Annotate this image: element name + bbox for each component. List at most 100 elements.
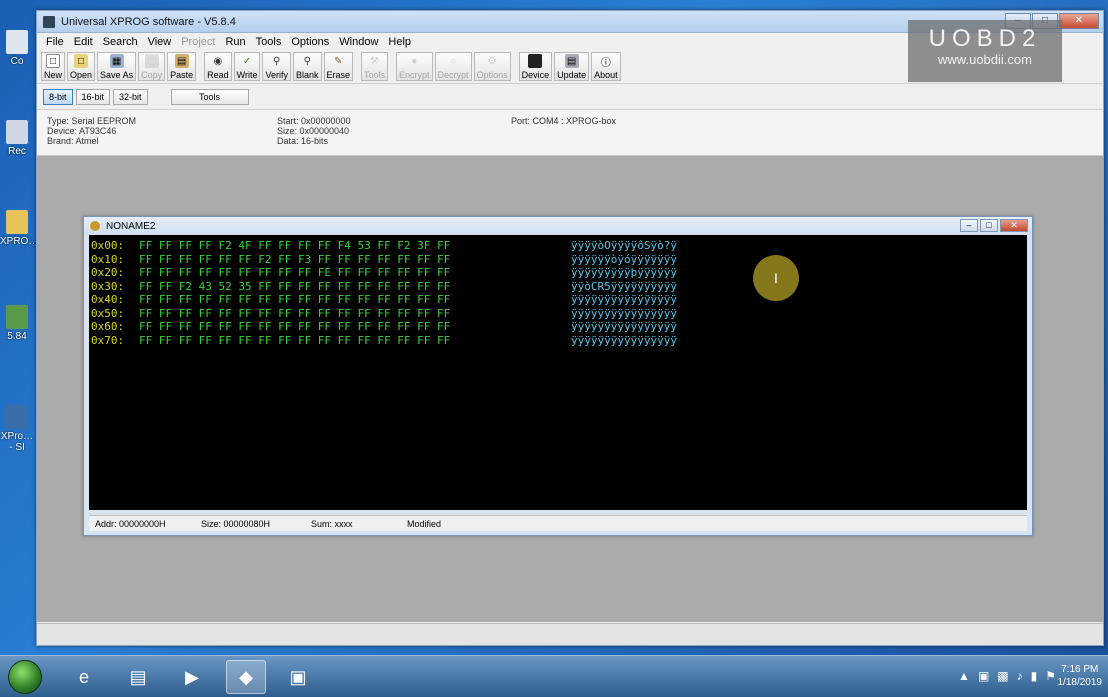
blank-icon: ⚲ [303, 55, 311, 67]
hex-view[interactable]: 0x00: FF FF FF FF F2 4F FF FF FF FF F4 5… [89, 235, 1027, 510]
about-button[interactable]: ⓘ About [591, 52, 621, 81]
save-as-button[interactable]: ▦ Save As [97, 52, 137, 81]
clock-time: 7:16 PM [1061, 664, 1099, 675]
desktop-icon-label: 5.84 [7, 331, 27, 342]
menu-window[interactable]: Window [334, 36, 383, 48]
hex-bytes[interactable]: FF FF FF FF FF FF FF FF FF FF FF FF FF F… [139, 320, 523, 334]
options-icon: ⚙ [487, 55, 497, 67]
hex-ascii[interactable]: ÿÿÿÿÿÿÿÿÿÿÿÿÿÿÿÿ [571, 334, 677, 348]
start-button[interactable] [8, 660, 42, 694]
hex-bytes[interactable]: FF FF FF FF FF FF FF FF FF FF FF FF FF F… [139, 293, 523, 307]
child-close-button[interactable]: ✕ [1000, 219, 1028, 232]
decrypt-button[interactable]: ○ Decrypt [434, 52, 472, 81]
new-button-label: New [44, 70, 63, 80]
open-button[interactable]: □ Open [67, 52, 96, 81]
device-tray-icon[interactable]: ▩ [997, 669, 1008, 683]
child-minimize-button[interactable]: – [960, 219, 978, 232]
hex-bytes[interactable]: FF FF FF FF F2 4F FF FF FF FF F4 53 FF F… [139, 239, 523, 253]
hex-ascii[interactable]: ÿÿÿÿÿÿÿÿÿþÿÿÿÿÿÿ [571, 266, 677, 280]
update-button[interactable]: ▤ Update [554, 52, 590, 81]
window-app-icon[interactable]: ▣ [278, 660, 318, 694]
desktop-icon-xprog-shortcut[interactable]: XPro… - SI [0, 405, 34, 453]
hex-editor-window: NONAME2 – □ ✕ 0x00: FF FF FF FF F2 4F FF… [83, 216, 1033, 536]
hex-ascii[interactable]: ÿÿÿÿÿÿÿÿÿÿÿÿÿÿÿÿ [571, 320, 677, 334]
device-button[interactable]: Device [518, 52, 553, 81]
xprog-chip-icon[interactable]: ◆ [226, 660, 266, 694]
read-button[interactable]: ◉ Read [204, 52, 232, 81]
encrypt-button-label: Encrypt [399, 70, 430, 80]
child-window-controls: – □ ✕ [960, 219, 1028, 232]
bit-16-button[interactable]: 16-bit [75, 88, 111, 105]
watermark-brand: UOBD2 [928, 25, 1042, 52]
encrypt-button[interactable]: ● Encrypt [396, 52, 433, 81]
erase-button[interactable]: ✎ Erase [323, 52, 354, 81]
hex-row: 0x00: FF FF FF FF F2 4F FF FF FF FF F4 5… [91, 239, 1025, 253]
internet-explorer-icon[interactable]: e [64, 660, 104, 694]
menu-view[interactable]: View [143, 36, 177, 48]
verify-button[interactable]: ⚲ Verify [262, 52, 291, 81]
hex-bytes[interactable]: FF FF FF FF FF FF FF FF FF FF FF FF FF F… [139, 307, 523, 321]
hex-address: 0x00: [91, 239, 125, 252]
write-button[interactable]: ✓ Write [233, 52, 261, 81]
write-icon: ✓ [242, 55, 252, 67]
tools-button[interactable]: ⚒ Tools [361, 52, 389, 81]
action-center-icon[interactable]: ⚑ [1045, 669, 1056, 683]
device-info-col-1: Type: Serial EEPROM Device: AT93C46 Bran… [47, 116, 136, 146]
menu-help[interactable]: Help [383, 36, 416, 48]
volume-icon[interactable]: ♪ [1017, 669, 1023, 683]
copy-icon: ▢ [144, 54, 159, 68]
signal-icon[interactable]: ▮ [1031, 669, 1038, 683]
child-maximize-button[interactable]: □ [980, 219, 998, 232]
bit-8-button[interactable]: 8-bit [43, 88, 73, 105]
erase-icon: ✎ [334, 55, 343, 67]
taskbar-clock[interactable]: 7:16 PM 1/18/2019 [1058, 663, 1103, 689]
menu-run[interactable]: Run [220, 36, 250, 48]
hex-bytes[interactable]: FF FF FF FF FF FF FF FF FF FE FF FF FF F… [139, 266, 523, 280]
copy-button[interactable]: ▢ Copy [138, 52, 166, 81]
hex-ascii[interactable]: ÿÿÿÿòOÿÿÿÿôSÿò?ÿ [571, 239, 677, 253]
hex-bytes[interactable]: FF FF FF FF FF FF FF FF FF FF FF FF FF F… [139, 334, 523, 348]
desktop-icon-label: XPRO… [0, 236, 39, 247]
hex-address: 0x20: [91, 266, 125, 279]
show-hidden-icons-icon[interactable]: ▲ [958, 669, 970, 683]
device-size: Size: 0x00000040 [277, 126, 350, 136]
file-explorer-icon[interactable]: ▤ [118, 660, 158, 694]
hex-ascii[interactable]: ÿÿòCR5ÿÿÿÿÿÿÿÿÿÿ [571, 280, 677, 294]
desktop-icon-recycle-bin[interactable]: Rec [0, 120, 34, 157]
hex-bytes[interactable]: FF FF FF FF FF FF F2 FF F3 FF FF FF FF F… [139, 253, 523, 267]
paste-button[interactable]: ▤ Paste [167, 52, 197, 81]
menu-options[interactable]: Options [286, 36, 334, 48]
blank-button[interactable]: ⚲ Blank [292, 52, 322, 81]
hex-bytes[interactable]: FF FF F2 43 52 35 FF FF FF FF FF FF FF F… [139, 280, 523, 294]
menu-tools[interactable]: Tools [251, 36, 287, 48]
menu-edit[interactable]: Edit [69, 36, 98, 48]
hex-ascii[interactable]: ÿÿÿÿÿÿÿÿÿÿÿÿÿÿÿÿ [571, 307, 677, 321]
desktop-icon-xprog-folder[interactable]: XPRO… [0, 210, 38, 247]
app-logo-icon [43, 15, 55, 28]
read-button-label: Read [207, 70, 229, 80]
desktop-icon-computer[interactable]: Co [0, 30, 34, 67]
xprog-icon [6, 405, 28, 429]
watermark: UOBD2 www.uobdii.com [908, 20, 1062, 82]
hex-ascii[interactable]: ÿÿÿÿÿÿòÿóÿÿÿÿÿÿÿ [571, 253, 677, 267]
network-icon[interactable]: ▣ [978, 669, 989, 683]
options-button[interactable]: ⚙ Options [473, 52, 511, 81]
menu-search[interactable]: Search [98, 36, 143, 48]
bit-32-button[interactable]: 32-bit [113, 88, 148, 105]
desktop-icon-app[interactable]: 5.84 [0, 305, 34, 342]
hex-ascii[interactable]: ÿÿÿÿÿÿÿÿÿÿÿÿÿÿÿÿ [571, 293, 677, 307]
menu-file[interactable]: File [41, 36, 69, 48]
device-type: Type: Serial EEPROM [47, 116, 137, 126]
hex-row: 0x30: FF FF F2 43 52 35 FF FF FF FF FF F… [91, 280, 1025, 294]
paste-button-label: Paste [170, 70, 194, 80]
update-button-label: Update [557, 70, 587, 80]
hex-editor-titlebar[interactable]: NONAME2 – □ ✕ [84, 217, 1032, 235]
tools-panel-button[interactable]: Tools [170, 88, 249, 105]
status-address: Addr: 00000000H [95, 518, 166, 529]
menu-project[interactable]: Project [176, 36, 220, 48]
close-button[interactable]: ✕ [1059, 13, 1099, 29]
hex-editor-statusbar: Addr: 00000000H Size: 00000080H Sum: xxx… [89, 515, 1027, 531]
media-player-icon[interactable]: ▶ [172, 660, 212, 694]
new-button[interactable]: □ New [41, 52, 66, 81]
device-icon [528, 54, 543, 68]
